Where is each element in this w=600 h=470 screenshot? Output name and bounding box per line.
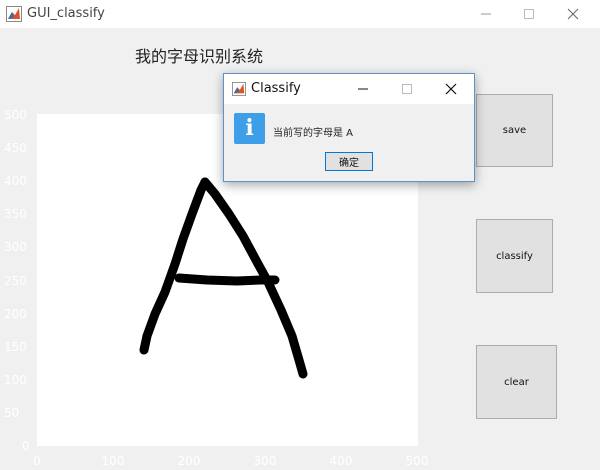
dialog-title: Classify (251, 81, 301, 96)
window-title: GUI_classify (27, 6, 105, 21)
maximize-icon[interactable] (519, 4, 539, 24)
info-icon: i (234, 113, 265, 144)
y-tick-label: 500 (4, 108, 27, 122)
matlab-icon (232, 82, 246, 96)
classify-dialog: Classify i 当前写的字母是 A 确定 (223, 73, 475, 182)
window-titlebar: GUI_classify (0, 0, 600, 28)
x-tick-label: 300 (253, 454, 277, 468)
dialog-titlebar: Classify (224, 74, 474, 104)
page-title: 我的字母识别系统 (135, 47, 264, 66)
y-tick-label: 50 (4, 406, 20, 420)
dialog-message: 当前写的字母是 A (273, 128, 354, 139)
x-tick-label: 200 (177, 454, 201, 468)
matlab-icon (6, 6, 22, 22)
minimize-icon[interactable] (354, 80, 372, 98)
y-tick-label: 250 (4, 274, 27, 288)
close-icon[interactable] (563, 4, 583, 24)
stroke-crossbar (174, 273, 280, 286)
y-tick-label: 200 (4, 307, 27, 321)
x-tick-label: 0 (33, 454, 41, 468)
classify-button[interactable]: classify (476, 219, 553, 293)
maximize-icon[interactable] (398, 80, 416, 98)
y-tick-label: 350 (4, 207, 27, 221)
save-button[interactable]: save (476, 94, 553, 167)
y-tick-label: 400 (4, 174, 27, 188)
stroke-left-leg (139, 177, 210, 355)
x-tick-label: 500 (405, 454, 429, 468)
x-tick-label: 100 (101, 454, 125, 468)
y-tick-label: 300 (4, 240, 27, 254)
y-tick-label: 100 (4, 373, 27, 387)
x-tick-label: 400 (329, 454, 353, 468)
clear-button[interactable]: clear (476, 345, 557, 419)
minimize-icon[interactable] (476, 4, 496, 24)
y-tick-label: 150 (4, 340, 27, 354)
ok-button[interactable]: 确定 (325, 152, 373, 171)
y-tick-label: 0 (22, 439, 30, 453)
close-icon[interactable] (442, 80, 460, 98)
y-tick-label: 450 (4, 141, 27, 155)
